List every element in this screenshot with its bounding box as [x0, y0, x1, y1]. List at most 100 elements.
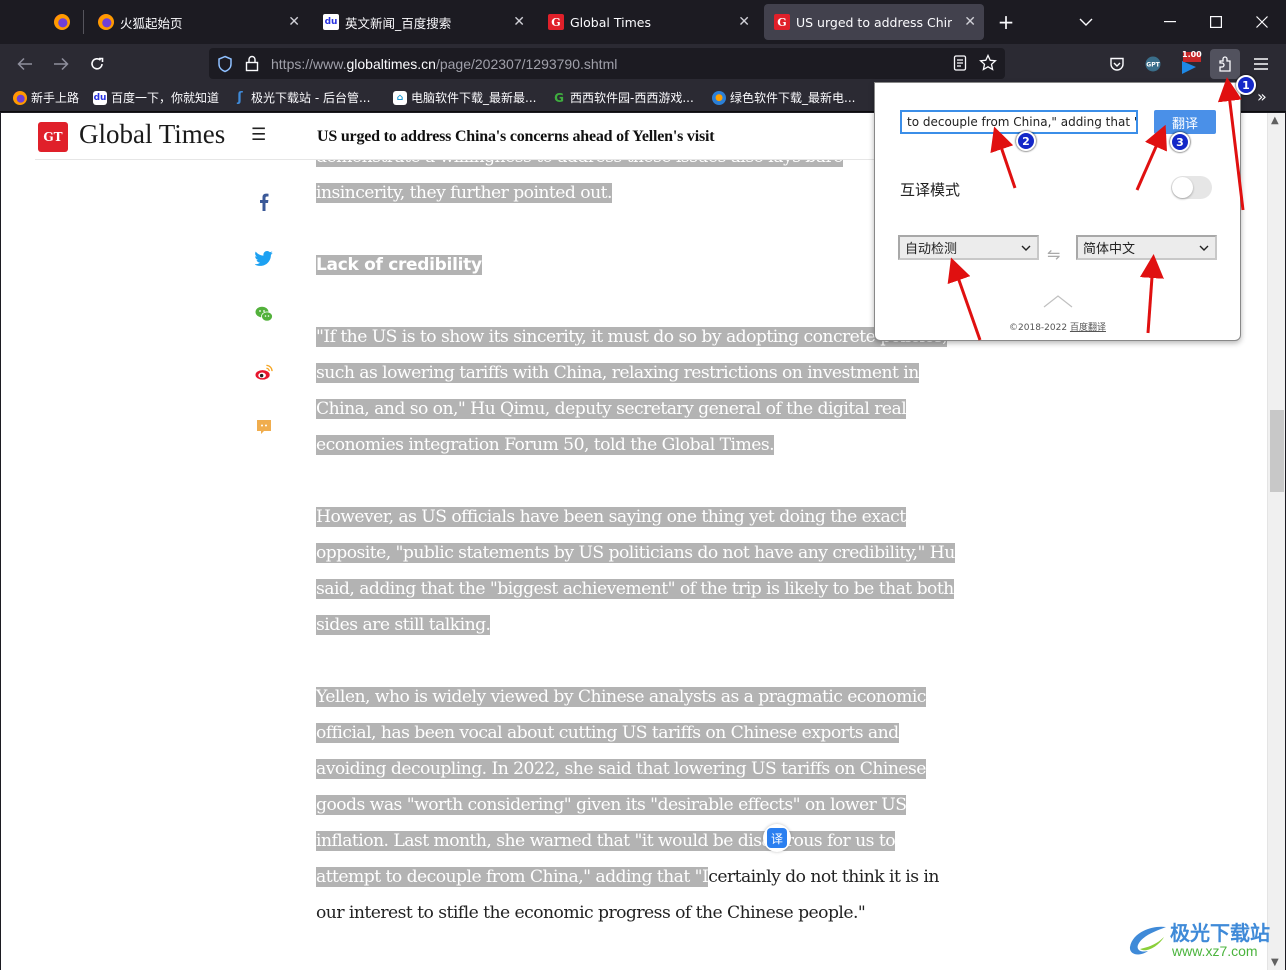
selected-text: such as lowering tariffs with China, rel…	[316, 363, 919, 383]
greensoft-icon: ●	[712, 90, 726, 105]
pocket-button[interactable]	[1102, 49, 1132, 79]
tab-baidu-search[interactable]: du 英文新闻_百度搜索 ✕	[313, 4, 533, 40]
bookmark-label: 电脑软件下载_最新最...	[411, 91, 537, 105]
article-line: said, adding that the "biggest achieveme…	[316, 576, 954, 602]
bookmark-item[interactable]: 新手上路	[13, 89, 79, 106]
arrow-left-icon	[17, 57, 32, 71]
new-tab-button[interactable]: +	[988, 8, 1024, 36]
source-text-input[interactable]: to decouple from China," adding that "I	[900, 110, 1138, 134]
maximize-icon	[1210, 16, 1222, 28]
copyright-text: ©2018-2022	[1009, 323, 1068, 333]
weibo-icon	[255, 364, 273, 380]
lock-icon[interactable]	[245, 55, 259, 72]
reader-view-icon[interactable]	[953, 55, 967, 71]
bookmark-item[interactable]: ʃ 极光下载站 - 后台管...	[233, 89, 370, 106]
selected-text: official, has been vocal about cutting U…	[316, 723, 899, 743]
translate-selection-bubble[interactable]: 译	[763, 824, 791, 852]
article-line: our interest to stifle the economic prog…	[316, 903, 866, 923]
twitter-icon	[255, 250, 273, 266]
close-tab-icon[interactable]: ✕	[513, 14, 525, 30]
comment-button[interactable]	[255, 418, 273, 436]
wechat-icon	[255, 306, 273, 322]
tab-firefox-start[interactable]: 火狐起始页 ✕	[88, 4, 308, 40]
arrow-right-icon	[54, 57, 69, 71]
article-line: such as lowering tariffs with China, rel…	[316, 360, 919, 386]
url-text[interactable]: https://www.globaltimes.cn/page/202307/1…	[271, 56, 617, 72]
source-language-select[interactable]: 自动检测	[898, 235, 1039, 260]
article-line: insincerity, they further pointed out.	[316, 180, 612, 206]
selected-text: Lack of credibility	[316, 255, 482, 275]
tab-active-article[interactable]: G US urged to address China's concerns a…	[764, 4, 984, 40]
globaltimes-logo-mark[interactable]: GT	[38, 122, 68, 152]
back-button[interactable]	[11, 50, 39, 78]
article-line: China, and so on," Hu Qimu, deputy secre…	[316, 396, 907, 422]
selected-text: attempt to decouple from China," adding …	[316, 867, 709, 887]
selected-text: goods was "worth considering" given its …	[316, 795, 907, 815]
house-icon: ⌂	[393, 90, 407, 105]
bookmark-item[interactable]: G 西西软件园-西西游戏...	[552, 89, 694, 106]
share-twitter-button[interactable]	[255, 249, 273, 267]
source-language-value: 自动检测	[905, 242, 958, 257]
close-tab-icon[interactable]: ✕	[964, 14, 976, 30]
share-weibo-button[interactable]	[255, 363, 273, 381]
selected-text: avoiding decoupling. In 2022, she said t…	[316, 759, 926, 779]
hamburger-menu-icon	[1254, 58, 1268, 70]
reload-button[interactable]	[83, 50, 111, 78]
extensions-button[interactable]	[1210, 49, 1240, 79]
gpt-extension-button[interactable]: GPT	[1138, 49, 1168, 79]
app-menu-button[interactable]	[1246, 49, 1276, 79]
baidu-translate-link[interactable]: 百度翻译	[1070, 323, 1106, 333]
target-language-value: 简体中文	[1083, 242, 1136, 257]
tab-global-times[interactable]: G Global Times ✕	[538, 4, 758, 40]
bookmark-label: 绿色软件下载_最新电...	[730, 91, 856, 105]
bookmark-label: 新手上路	[31, 91, 80, 105]
globaltimes-icon: G	[548, 14, 564, 30]
hamburger-menu-icon[interactable]: ☰	[251, 125, 266, 145]
speed-extension-button[interactable]: 1.00	[1174, 49, 1204, 79]
bookmark-item[interactable]: du 百度一下，你就知道	[93, 89, 219, 106]
shield-icon[interactable]	[217, 55, 233, 73]
close-window-button[interactable]	[1244, 8, 1280, 36]
popup-footer: ©2018-2022 百度翻译	[875, 320, 1240, 333]
tab-separator	[83, 10, 84, 34]
swap-languages-icon[interactable]: ⇋	[1047, 245, 1060, 264]
translate-button[interactable]: 翻译	[1154, 110, 1216, 134]
url-bar[interactable]: https://www.globaltimes.cn/page/202307/1…	[209, 48, 1005, 79]
target-language-select[interactable]: 简体中文	[1076, 235, 1217, 260]
close-icon	[1256, 16, 1268, 28]
baidu-icon: du	[93, 90, 107, 105]
comment-icon	[257, 420, 271, 434]
selected-text: sides are still talking.	[316, 615, 491, 635]
article-line: inflation. Last month, she warned that "…	[316, 828, 896, 854]
close-tab-icon[interactable]: ✕	[738, 14, 750, 30]
vertical-scrollbar[interactable]: ▲ ▼	[1267, 113, 1285, 970]
header-article-title: US urged to address China's concerns ahe…	[317, 128, 715, 145]
mutual-translate-label: 互译模式	[900, 181, 961, 199]
bookmark-item[interactable]: ⌂ 电脑软件下载_最新最...	[393, 89, 536, 106]
bookmark-item[interactable]: ● 绿色软件下载_最新电...	[712, 89, 855, 106]
share-facebook-button[interactable]	[255, 193, 273, 211]
chevron-up-icon[interactable]	[1043, 293, 1073, 309]
gpt-icon: GPT	[1145, 56, 1161, 72]
more-bookmarks-button[interactable]: »	[1257, 87, 1267, 106]
maximize-button[interactable]	[1198, 8, 1234, 36]
extension-badge: 1.00	[1182, 50, 1202, 59]
tab-title: US urged to address China's concerns ahe…	[796, 14, 952, 30]
share-wechat-button[interactable]	[255, 305, 273, 323]
minimize-button[interactable]	[1152, 8, 1188, 36]
selected-text: insincerity, they further pointed out.	[316, 183, 612, 203]
close-tab-icon[interactable]: ✕	[288, 14, 300, 30]
scrollbar-thumb[interactable]	[1270, 410, 1284, 492]
list-all-tabs-button[interactable]	[1068, 8, 1104, 36]
globaltimes-icon: G	[774, 14, 790, 30]
article-line: attempt to decouple from China," adding …	[316, 864, 939, 890]
bookmark-star-icon[interactable]	[979, 54, 997, 72]
globaltimes-logo-text[interactable]: Global Times	[79, 119, 225, 150]
header-divider	[35, 159, 1015, 160]
tab-pinned-firefox[interactable]	[44, 4, 82, 40]
tab-title: 火狐起始页	[120, 15, 183, 31]
mutual-translate-toggle[interactable]	[1171, 176, 1212, 199]
scroll-up-arrow-icon[interactable]: ▲	[1271, 115, 1279, 126]
baidu-translate-popup: to decouple from China," adding that "I …	[874, 82, 1241, 341]
forward-button[interactable]	[47, 50, 75, 78]
